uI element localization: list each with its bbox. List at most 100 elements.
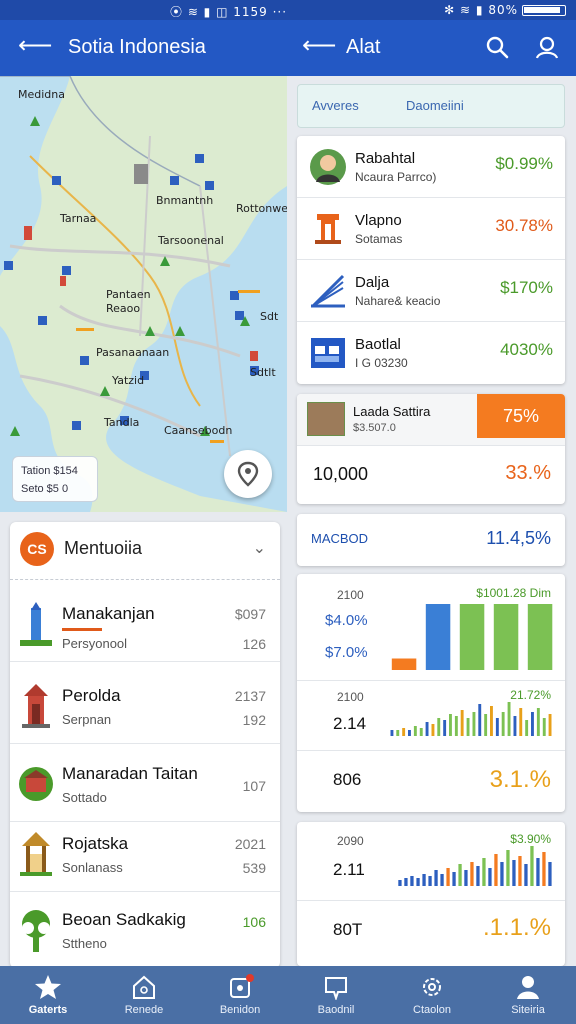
shrine-icon [20, 832, 52, 876]
chart-bar [431, 724, 435, 736]
temple-icon [22, 684, 50, 728]
tower-icon [20, 602, 52, 646]
chart-bar [512, 860, 516, 886]
chart-bar [410, 876, 414, 886]
category-badge: CS [20, 532, 54, 566]
map-label: Tarsoonenal [158, 234, 224, 247]
stock-name: Baotlal [355, 336, 401, 353]
search-icon[interactable] [484, 34, 510, 60]
list-item[interactable]: Perolda Serpnan 2137 192 [10, 674, 280, 744]
map-view[interactable]: Medidna Bnmantnh Tarnaa Rottonwee Tarsoo… [0, 76, 287, 512]
list-item[interactable]: Rojatska Sonlanass 2021 539 [10, 822, 280, 892]
macro-card[interactable]: MACBOD 11.4,5% [297, 514, 565, 566]
stock-pct: $170% [500, 278, 553, 297]
attractions-header[interactable]: CS Mentuoiia ⌄ [10, 522, 280, 580]
bar-chart-2 [390, 702, 552, 736]
chart-bar [402, 728, 406, 736]
chart-bar [495, 718, 499, 736]
back-arrow-icon[interactable]: ⟵ [18, 34, 52, 58]
nav-item-baodnil[interactable]: Baodnil [288, 966, 384, 1024]
star-icon [35, 975, 61, 999]
back-arrow-icon-2[interactable]: ⟵ [302, 34, 336, 58]
nav-item-gaterts[interactable]: Gaterts [0, 966, 96, 1024]
chart-number: 2.11 [333, 860, 365, 879]
chart-bar [404, 878, 408, 886]
featured-card[interactable]: Laada Sattira $3.507.0 75% 10,000 33.% [297, 394, 565, 504]
chart-bar [408, 730, 411, 736]
chart-mid-value: 21.72% [510, 688, 551, 702]
stock-name: Rabahtal [355, 150, 416, 167]
chart-card-2: 2090 $3.90% 2.11 80T .1.1.% [297, 822, 565, 966]
chart-bar [488, 868, 492, 886]
item-value: $097 [234, 606, 266, 622]
tab-avveres[interactable]: Avveres [312, 98, 359, 113]
divider [297, 900, 565, 901]
chart-bar [428, 876, 432, 886]
bar-chart-1 [391, 604, 553, 670]
chart-bar [507, 702, 511, 736]
list-item[interactable]: Beoan Sadkakig Sttheno 106 [10, 898, 280, 968]
home-icon [133, 975, 155, 999]
chart-bottom-pct: .1.1.% [482, 914, 551, 941]
featured-top: Laada Sattira $3.507.0 75% [297, 394, 565, 446]
chart-bar [422, 874, 426, 886]
tab-daomeiini[interactable]: Daomeiini [406, 98, 464, 113]
palace-icon [19, 767, 53, 801]
stock-name: Vlapno [355, 212, 402, 229]
chart-number: 2.14 [333, 714, 367, 733]
tree-icon [22, 910, 50, 952]
status-bar: ⦿ ≋ ▮ ◫ 1159 ··· ✻ ≋ ▮ 80% [0, 0, 576, 20]
stock-row[interactable]: Baotlal I G 03230 4030% [297, 322, 565, 384]
item-value: 2021 [234, 836, 266, 852]
chat-icon [325, 977, 347, 1000]
app-bar: ⟵ Sotia Indonesia ⟵ Alat [0, 20, 576, 76]
map-info-box: Tation $154 Seto $5 0 [12, 456, 98, 502]
attractions-card: CS Mentuoiia ⌄ Manakanjan Persyonool $09… [10, 522, 280, 968]
stock-row[interactable]: Dalja Nahare& keacio $170% [297, 260, 565, 322]
chevron-down-icon[interactable]: ⌄ [253, 538, 266, 558]
nav-label: Siteiria [511, 1004, 545, 1016]
nav-item-siteiria[interactable]: Siteiria [480, 966, 576, 1024]
list-item[interactable]: Manakanjan Persyonool $097 126 [10, 592, 280, 662]
nav-item-benidon[interactable]: Benidon [192, 966, 288, 1024]
stock-row[interactable]: Vlapno Sotamas 30.78% [297, 198, 565, 260]
chart-bar [390, 730, 394, 736]
chart-bar [459, 604, 485, 670]
user-icon [517, 976, 539, 999]
list-item[interactable]: Manaradan Taitan Sottado 107 [10, 752, 280, 822]
chart-stat: $7.0% [325, 644, 368, 661]
map-label: Pantaen [106, 288, 151, 301]
nav-item-ctaolon[interactable]: Ctaolon [384, 966, 480, 1024]
secondary-title: Alat [346, 36, 381, 58]
chart-bar [494, 854, 498, 886]
chart-bar [531, 712, 534, 736]
avatar [310, 149, 346, 185]
chart-bar [398, 880, 402, 886]
nav-label: Ctaolon [413, 1004, 451, 1016]
map-label: Rottonwee [236, 202, 287, 215]
chart-bar [519, 708, 523, 736]
profile-icon[interactable] [534, 34, 560, 60]
chart-bar [484, 714, 488, 736]
chart-bar [527, 604, 553, 670]
chart-bottom-pct: 3.1.% [489, 766, 551, 793]
featured-sub: $3.507.0 [353, 422, 396, 434]
stocks-card: Rabahtal Ncaura Parrco) $0.99% Vlapno So… [297, 136, 565, 384]
chart-bar [500, 862, 504, 886]
badge-icon [230, 974, 254, 998]
chart-bar [425, 722, 429, 736]
chart-up-icon [311, 274, 345, 308]
map-label: Yatzid [112, 374, 145, 387]
chart-bar [525, 720, 529, 736]
chart-bar [506, 850, 510, 886]
stock-row[interactable]: Rabahtal Ncaura Parrco) $0.99% [297, 136, 565, 198]
stock-sub: Sotamas [355, 232, 403, 246]
tab-bar: Avveres Daomeiini [297, 84, 565, 128]
chart-top-value: $1001.28 Dim [476, 586, 551, 600]
attractions-title: Mentuoiia [64, 538, 143, 558]
chart-top-value: $3.90% [510, 832, 551, 846]
chart-bar [460, 710, 464, 736]
location-pin-icon [237, 461, 259, 487]
nav-item-renede[interactable]: Renede [96, 966, 192, 1024]
locate-button[interactable] [224, 450, 272, 498]
